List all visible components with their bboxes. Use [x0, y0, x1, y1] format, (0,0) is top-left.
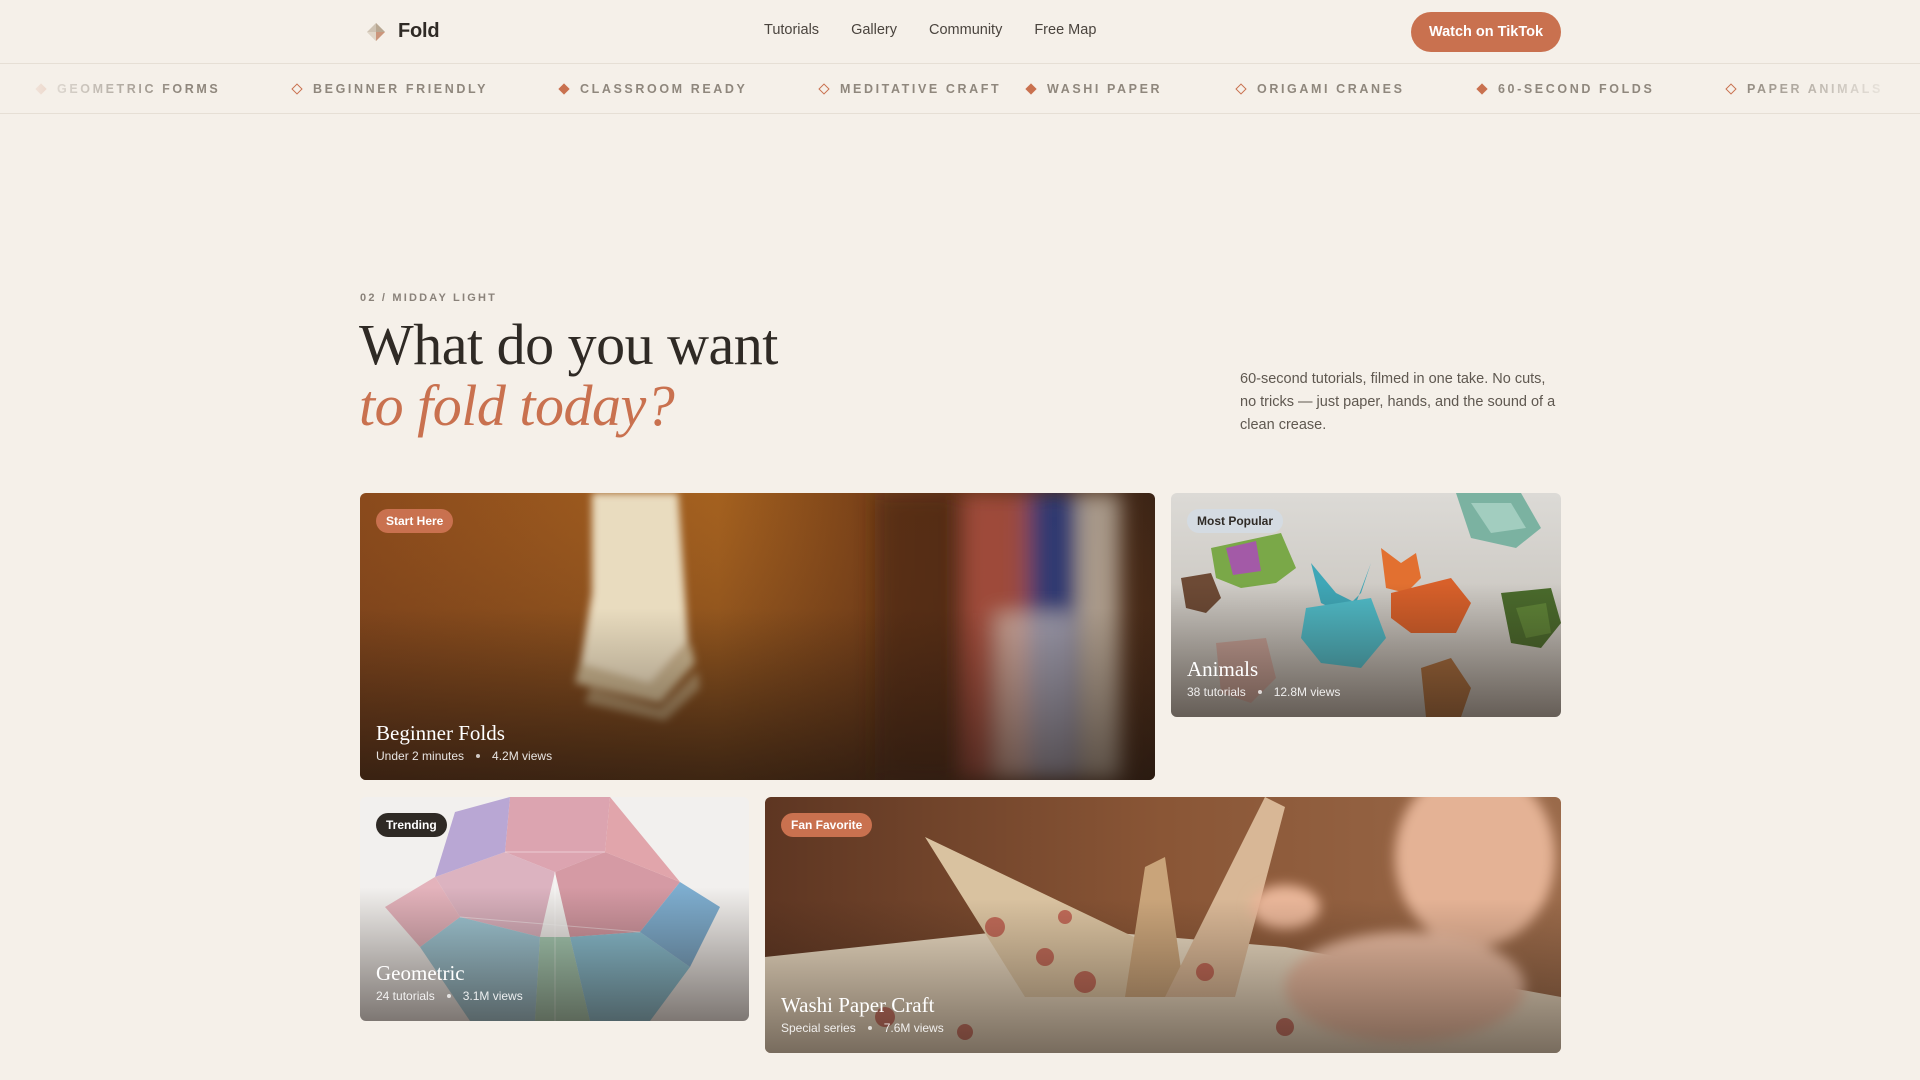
page-headline: What do you want to fold today?	[359, 314, 778, 436]
marquee-item-label: GEOMETRIC FORMS	[57, 82, 221, 96]
card-meta: 38 tutorials 12.8M views	[1187, 685, 1340, 699]
diamond-outline-icon	[1235, 83, 1247, 95]
marquee-item-label: 60-SECOND FOLDS	[1498, 82, 1655, 96]
card-title: Beginner Folds	[376, 721, 505, 745]
category-card-geometric[interactable]: Trending Geometric 24 tutorials 3.1M vie…	[360, 797, 749, 1021]
meta-separator-dot	[1257, 690, 1262, 694]
diamond-outline-icon	[291, 83, 303, 95]
card-title: Animals	[1187, 657, 1259, 681]
section-eyebrow: 02 / MIDDAY LIGHT	[360, 292, 498, 304]
main-nav: Tutorials Gallery Community Free Map	[764, 22, 1096, 38]
card-meta: 24 tutorials 3.1M views	[376, 989, 523, 1003]
diamond-outline-icon	[818, 83, 830, 95]
diamond-filled-icon	[1025, 83, 1037, 95]
headline-line-1: What do you want	[359, 312, 778, 377]
card-meta-series: Special series	[781, 1021, 856, 1035]
category-card-washi-paper-craft[interactable]: Fan Favorite Washi Paper Craft Special s…	[765, 797, 1561, 1053]
card-title: Geometric	[376, 961, 465, 985]
card-badge: Most Popular	[1187, 509, 1284, 533]
marquee-item: 60-SECOND FOLDS	[1476, 82, 1655, 96]
card-meta-views: 3.1M views	[462, 989, 523, 1003]
nav-link-gallery[interactable]: Gallery	[851, 22, 897, 38]
marquee-item: BEGINNER FRIENDLY	[291, 82, 489, 96]
card-badge: Fan Favorite	[781, 813, 873, 837]
nav-link-tutorials[interactable]: Tutorials	[764, 22, 819, 38]
category-card-animals[interactable]: Most Popular Animals 38 tutorials 12.8M …	[1171, 493, 1561, 717]
marquee-item: GEOMETRIC FORMS	[35, 82, 221, 96]
card-meta-views: 7.6M views	[883, 1021, 944, 1035]
card-title: Washi Paper Craft	[781, 993, 935, 1017]
hero-description: 60-second tutorials, filmed in one take.…	[1240, 371, 1556, 433]
meta-separator-dot	[446, 994, 451, 998]
marquee-item-label: BEGINNER FRIENDLY	[313, 82, 489, 96]
watch-on-tiktok-button[interactable]: Watch on TikTok	[1411, 12, 1561, 52]
diamond-filled-icon	[558, 83, 570, 95]
marquee-item-label: CLASSROOM READY	[580, 82, 748, 96]
site-header: Fold Tutorials Gallery Community Free Ma…	[0, 0, 1920, 64]
card-meta-count: 38 tutorials	[1187, 685, 1246, 699]
card-meta-views: 4.2M views	[492, 749, 553, 763]
topic-marquee: GEOMETRIC FORMS BEGINNER FRIENDLY CLASSR…	[0, 64, 1920, 114]
marquee-item-label: PAPER ANIMALS	[1747, 82, 1883, 96]
marquee-item: WASHI PAPER	[1025, 82, 1163, 96]
card-badge: Start Here	[376, 509, 454, 533]
marquee-item: PAPER ANIMALS	[1725, 82, 1883, 96]
diamond-outline-icon	[1725, 83, 1737, 95]
marquee-track: GEOMETRIC FORMS BEGINNER FRIENDLY CLASSR…	[0, 64, 1920, 113]
marquee-item: ORIGAMI CRANES	[1235, 82, 1405, 96]
nav-link-community[interactable]: Community	[929, 22, 1002, 38]
marquee-item: CLASSROOM READY	[558, 82, 748, 96]
category-card-beginner-folds[interactable]: Start Here Beginner Folds Under 2 minute…	[360, 493, 1155, 780]
card-badge: Trending	[376, 813, 447, 837]
marquee-item-label: ORIGAMI CRANES	[1257, 82, 1405, 96]
card-meta: Under 2 minutes 4.2M views	[376, 749, 552, 763]
marquee-item: MEDITATIVE CRAFT	[818, 82, 1002, 96]
marquee-item-label: WASHI PAPER	[1047, 82, 1163, 96]
card-meta-count: 24 tutorials	[376, 989, 435, 1003]
card-meta: Special series 7.6M views	[781, 1021, 944, 1035]
diamond-filled-icon	[35, 83, 47, 95]
meta-separator-dot	[476, 754, 481, 758]
nav-link-free-map[interactable]: Free Map	[1034, 22, 1096, 38]
card-meta-duration: Under 2 minutes	[376, 749, 465, 763]
origami-logo-icon	[367, 22, 385, 41]
meta-separator-dot	[867, 1026, 872, 1030]
headline-line-2: to fold today?	[359, 373, 675, 438]
diamond-filled-icon	[1476, 83, 1488, 95]
card-meta-views: 12.8M views	[1273, 685, 1341, 699]
brand-name: Fold	[398, 20, 440, 42]
marquee-item-label: MEDITATIVE CRAFT	[840, 82, 1002, 96]
brand-logo[interactable]: Fold	[366, 20, 440, 43]
